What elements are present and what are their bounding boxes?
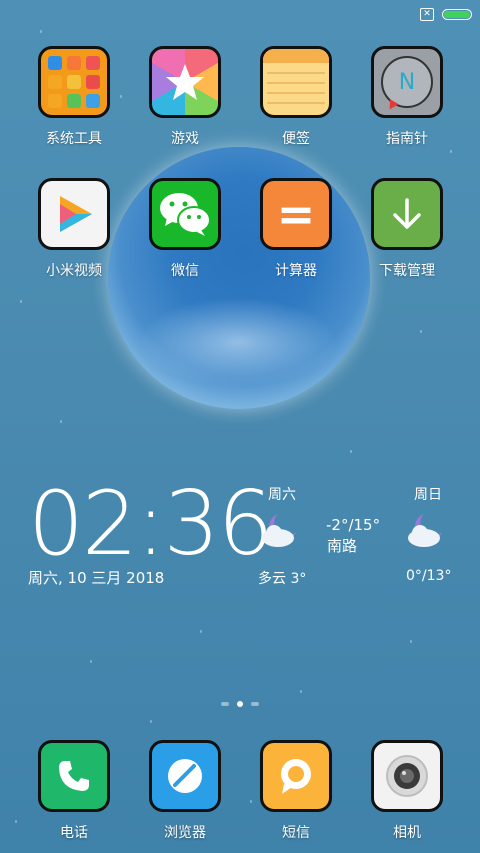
dock-camera[interactable]: 相机 xyxy=(357,740,457,842)
app-compass[interactable]: N 指南针 xyxy=(357,46,457,148)
weather-day2-range: 0°/13° xyxy=(406,568,452,584)
status-bar: ✕ xyxy=(420,6,472,22)
app-label: 便签 xyxy=(282,131,310,147)
browser-icon xyxy=(149,740,221,812)
app-label: 微信 xyxy=(171,263,199,279)
battery-icon xyxy=(442,8,472,20)
page-dot[interactable] xyxy=(221,702,229,706)
app-calculator[interactable]: = 计算器 xyxy=(246,178,346,280)
folder-icon xyxy=(38,46,110,118)
app-notes[interactable]: 便签 xyxy=(246,46,346,148)
app-label: 相机 xyxy=(393,825,421,841)
app-label: 小米视频 xyxy=(46,263,102,279)
dock-phone[interactable]: 电话 xyxy=(24,740,124,842)
wechat-icon xyxy=(149,178,221,250)
app-mi-video[interactable]: 小米视频 xyxy=(24,178,124,280)
calculator-icon: = xyxy=(260,178,332,250)
dock-browser[interactable]: 浏览器 xyxy=(135,740,235,842)
app-system-tools[interactable]: 系统工具 xyxy=(24,46,124,148)
app-label: 计算器 xyxy=(275,263,317,279)
partly-cloudy-icon xyxy=(408,514,442,547)
app-label: 电话 xyxy=(60,825,88,841)
partly-cloudy-icon xyxy=(262,514,296,547)
compass-letter: N xyxy=(398,69,416,95)
weather-day1-label: 周六 xyxy=(268,487,296,503)
page-indicator xyxy=(0,701,480,707)
app-label: 系统工具 xyxy=(46,131,102,147)
app-label: 指南针 xyxy=(386,131,428,147)
compass-icon: N xyxy=(371,46,443,118)
download-icon xyxy=(371,178,443,250)
weather-today-range: -2°/15° xyxy=(326,516,381,534)
app-label: 短信 xyxy=(282,825,310,841)
camera-icon xyxy=(371,740,443,812)
app-games[interactable]: 游戏 xyxy=(135,46,235,148)
calculator-glyph: = xyxy=(276,187,316,241)
video-play-icon xyxy=(38,178,110,250)
app-label: 下载管理 xyxy=(379,263,435,279)
phone-icon xyxy=(38,740,110,812)
notes-icon xyxy=(260,46,332,118)
app-label: 游戏 xyxy=(171,131,199,147)
app-label: 浏览器 xyxy=(164,825,206,841)
clock-time[interactable]: 02:36 xyxy=(28,480,274,568)
app-download-manager[interactable]: 下载管理 xyxy=(357,178,457,280)
dock-messages[interactable]: 短信 xyxy=(246,740,346,842)
message-icon xyxy=(260,740,332,812)
page-dot-active[interactable] xyxy=(237,701,243,707)
app-wechat[interactable]: 微信 xyxy=(135,178,235,280)
weather-location: 南路 xyxy=(327,537,358,555)
sim-icon: ✕ xyxy=(420,7,434,21)
games-star-icon xyxy=(149,46,221,118)
page-dot[interactable] xyxy=(251,702,259,706)
clock-date: 周六, 10 三月 2018 xyxy=(28,569,165,587)
weather-day1-condition: 多云 3° xyxy=(258,571,307,587)
weather-day2-label: 周日 xyxy=(414,487,442,503)
